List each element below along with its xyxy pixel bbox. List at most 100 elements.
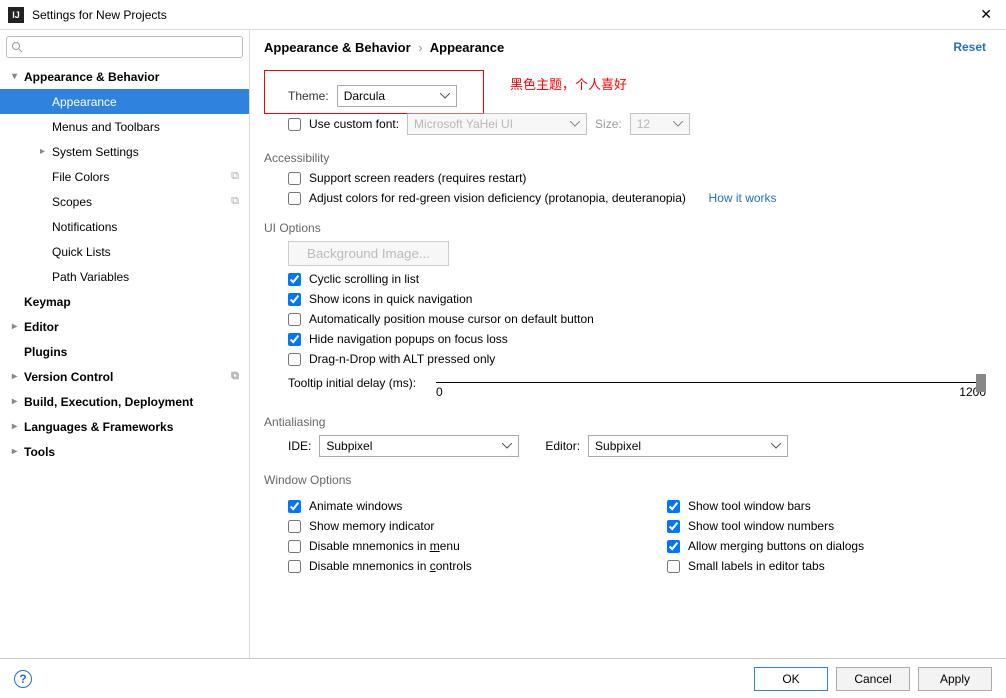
icons-nav-checkbox[interactable] <box>288 293 301 306</box>
titlebar: IJ Settings for New Projects ✕ <box>0 0 1006 30</box>
animate-windows-label: Animate windows <box>309 499 402 513</box>
search-icon <box>11 41 23 53</box>
sidebar: Appearance & Behavior Appearance Menus and… <box>0 30 250 658</box>
search-input[interactable] <box>23 40 238 54</box>
dnd-alt-checkbox[interactable] <box>288 353 301 366</box>
chevron-icon <box>12 421 24 432</box>
custom-font-label: Use custom font: <box>309 117 399 131</box>
merge-buttons-checkbox[interactable] <box>667 540 680 553</box>
sidebar-item-editor[interactable]: Editor <box>0 314 249 339</box>
settings-tree: Appearance & Behavior Appearance Menus and… <box>0 64 249 658</box>
sidebar-item-appearance[interactable]: Appearance <box>0 89 249 114</box>
chevron-right-icon: › <box>418 40 422 55</box>
auto-cursor-label: Automatically position mouse cursor on d… <box>309 312 594 326</box>
window-options-title: Window Options <box>264 473 986 487</box>
sidebar-item-label: Scopes <box>52 195 92 209</box>
sidebar-item-label: File Colors <box>52 170 109 184</box>
sidebar-item-tools[interactable]: Tools <box>0 439 249 464</box>
animate-windows-checkbox[interactable] <box>288 500 301 513</box>
sidebar-item-notifications[interactable]: Notifications <box>0 214 249 239</box>
sidebar-item-appearance-behavior[interactable]: Appearance & Behavior <box>0 64 249 89</box>
aa-editor-select[interactable]: Subpixel <box>588 435 788 457</box>
sidebar-item-lang-frameworks[interactable]: Languages & Frameworks <box>0 414 249 439</box>
accessibility-title: Accessibility <box>264 151 986 165</box>
annotation-text: 黑色主题，个人喜好 <box>510 74 627 93</box>
copy-icon: ⧉ <box>231 370 239 383</box>
window-title: Settings for New Projects <box>32 8 974 22</box>
sidebar-item-scopes[interactable]: Scopes⧉ <box>0 189 249 214</box>
sidebar-item-label: Menus and Toolbars <box>52 120 160 134</box>
content-pane: Appearance & Behavior › Appearance Reset… <box>250 30 1006 658</box>
breadcrumb-root: Appearance & Behavior <box>264 40 411 55</box>
sidebar-item-file-colors[interactable]: File Colors ⧉ <box>0 164 249 189</box>
disable-mnemonics-controls-checkbox[interactable] <box>288 560 301 573</box>
custom-font-checkbox[interactable] <box>288 118 301 131</box>
copy-icon: ⧉ <box>231 170 239 183</box>
icons-nav-label: Show icons in quick navigation <box>309 292 472 306</box>
cyclic-scroll-checkbox[interactable] <box>288 273 301 286</box>
color-deficiency-label: Adjust colors for red-green vision defic… <box>309 191 686 205</box>
reset-link[interactable]: Reset <box>953 40 986 54</box>
disable-mnemonics-menu-checkbox[interactable] <box>288 540 301 553</box>
slider-handle-icon[interactable] <box>976 374 986 392</box>
dialog-footer: ? OK Cancel Apply <box>0 658 1006 698</box>
auto-cursor-checkbox[interactable] <box>288 313 301 326</box>
disable-mnemonics-controls-label: Disable mnemonics in controls <box>309 559 472 573</box>
sidebar-item-label: Languages & Frameworks <box>24 420 173 434</box>
sidebar-item-quick-lists[interactable]: Quick Lists <box>0 239 249 264</box>
sidebar-item-label: Editor <box>24 320 59 334</box>
sidebar-item-system-settings[interactable]: System Settings <box>0 139 249 164</box>
help-icon[interactable]: ? <box>14 670 32 688</box>
chevron-icon <box>12 446 24 457</box>
chevron-icon <box>12 371 24 382</box>
disable-mnemonics-menu-label: Disable mnemonics in menu <box>309 539 460 553</box>
tool-numbers-checkbox[interactable] <box>667 520 680 533</box>
sidebar-item-version-control[interactable]: Version Control⧉ <box>0 364 249 389</box>
chevron-icon <box>40 146 52 157</box>
screen-readers-label: Support screen readers (requires restart… <box>309 171 526 185</box>
aa-ide-label: IDE: <box>288 439 311 453</box>
sidebar-item-label: Appearance & Behavior <box>24 70 159 84</box>
font-size-select[interactable]: 12 <box>630 113 690 135</box>
hide-popups-label: Hide navigation popups on focus loss <box>309 332 508 346</box>
sidebar-item-label: Notifications <box>52 220 117 234</box>
sidebar-item-label: System Settings <box>52 145 139 159</box>
apply-button[interactable]: Apply <box>918 667 992 691</box>
sidebar-item-label: Plugins <box>24 345 67 359</box>
tooltip-delay-label: Tooltip initial delay (ms): <box>288 376 416 390</box>
search-box[interactable] <box>6 36 243 58</box>
sidebar-item-label: Appearance <box>52 95 117 109</box>
sidebar-item-menus-toolbars[interactable]: Menus and Toolbars <box>0 114 249 139</box>
how-it-works-link[interactable]: How it works <box>709 191 777 205</box>
sidebar-item-label: Tools <box>24 445 55 459</box>
screen-readers-checkbox[interactable] <box>288 172 301 185</box>
sidebar-item-plugins[interactable]: Plugins <box>0 339 249 364</box>
color-deficiency-checkbox[interactable] <box>288 192 301 205</box>
small-labels-checkbox[interactable] <box>667 560 680 573</box>
tool-bars-checkbox[interactable] <box>667 500 680 513</box>
hide-popups-checkbox[interactable] <box>288 333 301 346</box>
sidebar-item-label: Path Variables <box>52 270 129 284</box>
chevron-icon <box>12 71 24 82</box>
sidebar-item-build-exec-deploy[interactable]: Build, Execution, Deployment <box>0 389 249 414</box>
custom-font-select[interactable]: Microsoft YaHei UI <box>407 113 587 135</box>
app-icon: IJ <box>8 7 24 23</box>
memory-indicator-checkbox[interactable] <box>288 520 301 533</box>
sidebar-item-keymap[interactable]: Keymap <box>0 289 249 314</box>
sidebar-item-label: Build, Execution, Deployment <box>24 395 193 409</box>
aa-editor-label: Editor: <box>545 439 580 453</box>
ok-button[interactable]: OK <box>754 667 828 691</box>
font-size-label: Size: <box>595 117 622 131</box>
dnd-alt-label: Drag-n-Drop with ALT pressed only <box>309 352 495 366</box>
tool-bars-label: Show tool window bars <box>688 499 811 513</box>
small-labels-label: Small labels in editor tabs <box>688 559 825 573</box>
antialiasing-title: Antialiasing <box>264 415 986 429</box>
memory-indicator-label: Show memory indicator <box>309 519 434 533</box>
cancel-button[interactable]: Cancel <box>836 667 910 691</box>
close-icon[interactable]: ✕ <box>974 6 998 23</box>
tooltip-delay-slider[interactable]: 01200 <box>436 376 986 399</box>
aa-ide-select[interactable]: Subpixel <box>319 435 519 457</box>
sidebar-item-path-variables[interactable]: Path Variables <box>0 264 249 289</box>
sidebar-item-label: Keymap <box>24 295 71 309</box>
breadcrumb: Appearance & Behavior › Appearance <box>264 40 986 55</box>
